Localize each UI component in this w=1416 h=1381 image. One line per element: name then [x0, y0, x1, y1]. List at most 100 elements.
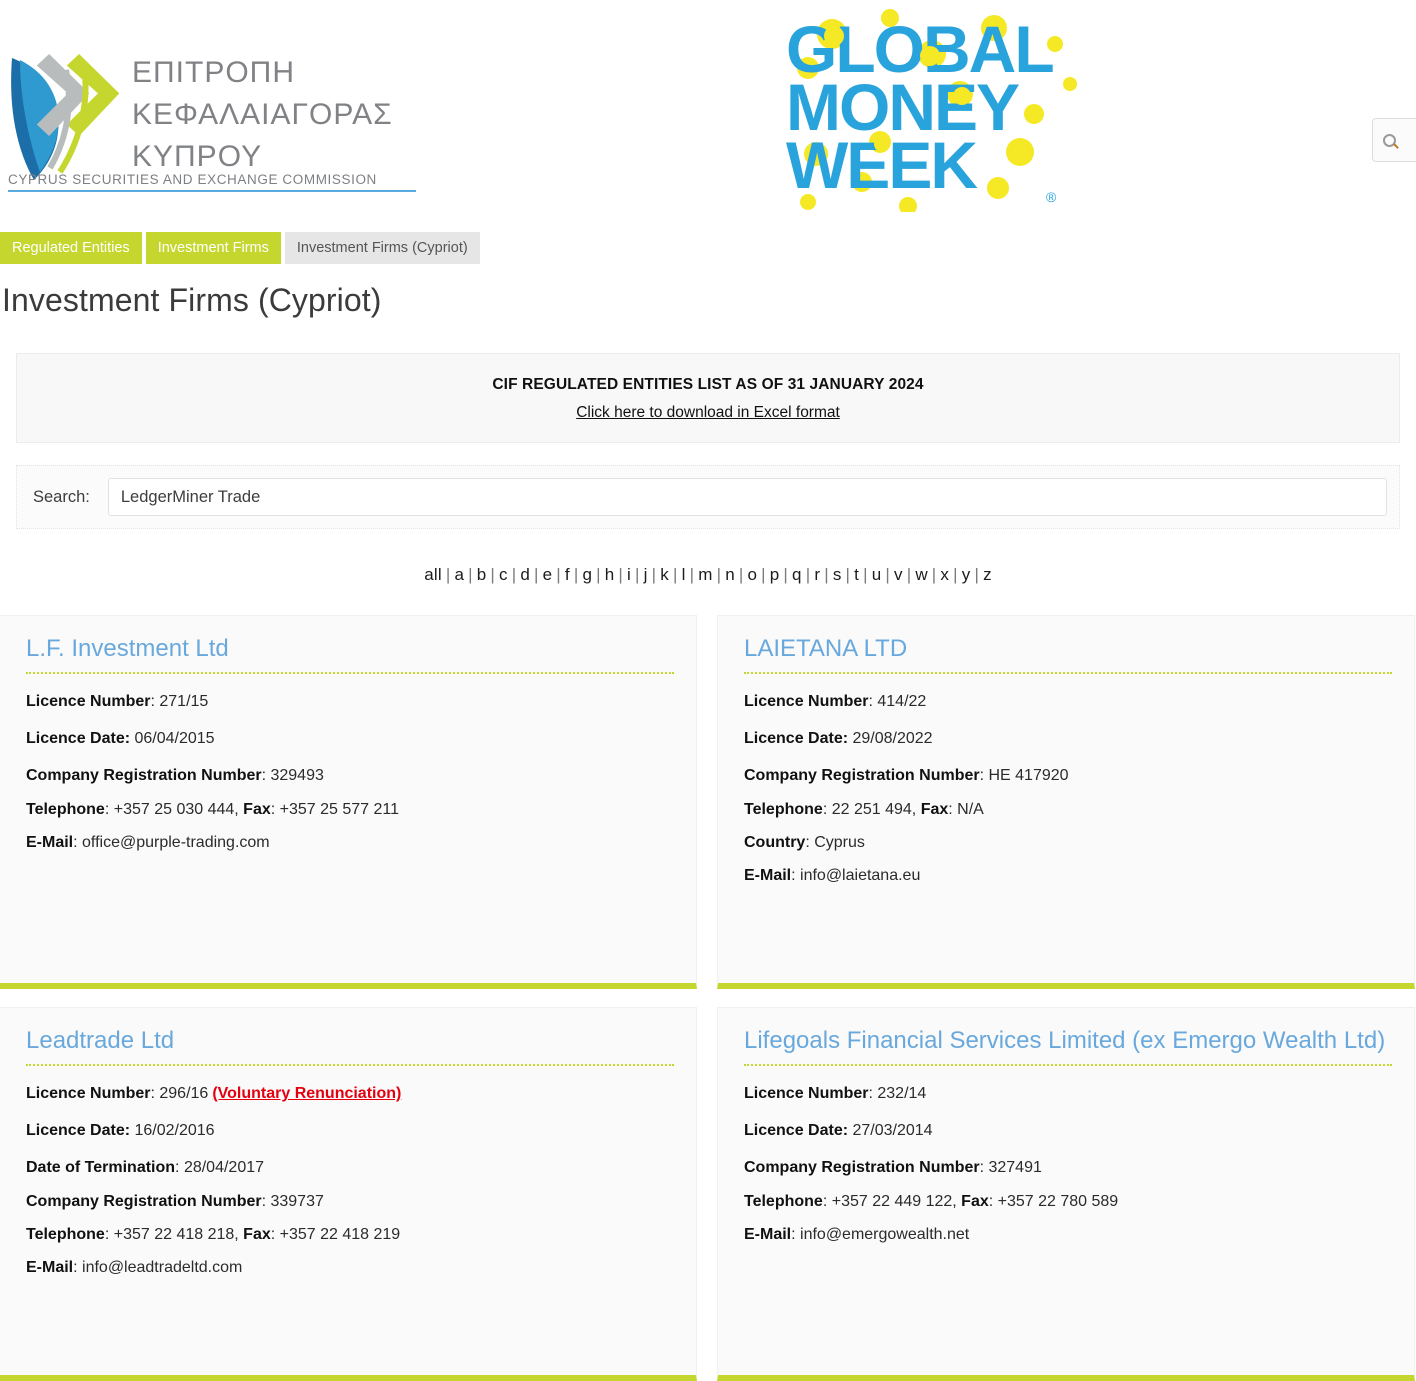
field-label-email: E-Mail	[744, 1225, 792, 1243]
field-value-telephone: +357 22 449 122	[831, 1192, 953, 1210]
field-label-telephone: Telephone	[26, 1225, 105, 1243]
alpha-link-c[interactable]: c	[498, 565, 509, 584]
alpha-separator: |	[738, 565, 744, 584]
field-licence-number: Licence Number: 271/15	[26, 690, 674, 713]
field-telephone-fax: Telephone: +357 22 449 122, Fax: +357 22…	[744, 1190, 1392, 1213]
field-licence-number: Licence Number: 296/16 (Voluntary Renunci…	[26, 1082, 674, 1105]
alpha-link-h[interactable]: h	[604, 565, 616, 584]
field-email: E-Mail: info@leadtradeltd.com	[26, 1256, 674, 1279]
alpha-link-v[interactable]: v	[893, 565, 904, 584]
site-header: ΕΠΙΤΡΟΠΗ ΚΕΦΑΛΑΙΑΓΟΡΑΣ ΚΥΠΡΟΥ CYPRUS SEC…	[0, 0, 1416, 232]
alpha-link-n[interactable]: n	[724, 565, 736, 584]
alpha-link-j[interactable]: j	[643, 565, 649, 584]
alpha-link-p[interactable]: p	[769, 565, 781, 584]
alpha-separator: |	[672, 565, 678, 584]
alpha-link-b[interactable]: b	[476, 565, 488, 584]
breadcrumb-item-investment-firms[interactable]: Investment Firms	[145, 232, 281, 264]
alpha-separator: |	[906, 565, 912, 584]
field-label-email: E-Mail	[744, 866, 792, 884]
colon: :	[73, 833, 83, 851]
field-value-company-registration-number: 327491	[988, 1159, 1042, 1177]
colon: :	[270, 800, 280, 818]
alpha-separator: |	[534, 565, 539, 584]
alpha-link-all[interactable]: all	[423, 565, 443, 584]
breadcrumb-item-investment-firms-cypriot: Investment Firms (Cypriot)	[284, 232, 480, 264]
field-licence-date: Licence Date: 29/08/2022	[744, 727, 1392, 750]
alpha-link-r[interactable]: r	[813, 565, 821, 584]
alpha-separator: |	[618, 565, 624, 584]
entity-title[interactable]: L.F. Investment Ltd	[26, 634, 674, 674]
field-label-fax: Fax	[961, 1192, 989, 1210]
field-value-licence-number: 271/15	[159, 693, 209, 710]
alpha-link-f[interactable]: f	[564, 565, 571, 584]
field-label-licence-date: Licence Date:	[744, 730, 849, 748]
field-email: E-Mail: info@laietana.eu	[744, 864, 1392, 887]
alpha-separator: |	[845, 565, 851, 584]
field-label-telephone: Telephone	[744, 1192, 823, 1210]
alpha-link-l[interactable]: l	[681, 565, 687, 584]
page-title: Investment Firms (Cypriot)	[2, 282, 382, 318]
alpha-link-q[interactable]: q	[791, 565, 803, 584]
alpha-link-w[interactable]: w	[914, 565, 928, 584]
alpha-separator: |	[783, 565, 789, 584]
download-excel-link[interactable]: Click here to download in Excel format	[576, 404, 840, 421]
entity-title[interactable]: LAIETANA LTD	[744, 634, 1392, 674]
field-email: E-Mail: office@purple-trading.com	[26, 831, 674, 854]
field-label-email: E-Mail	[26, 833, 74, 851]
alpha-link-m[interactable]: m	[697, 565, 713, 584]
field-value-licence-number: 414/22	[877, 693, 927, 710]
alpha-link-d[interactable]: d	[519, 565, 531, 584]
field-value-telephone: +357 25 030 444	[113, 800, 235, 818]
colon: :	[73, 1258, 83, 1276]
field-label-licence-date: Licence Date:	[744, 1122, 849, 1140]
field-value-fax: +357 22 780 589	[997, 1192, 1119, 1210]
field-label-company-registration-number: Company Registration Number	[744, 1159, 980, 1177]
page-root: ΕΠΙΤΡΟΠΗ ΚΕΦΑΛΑΙΑΓΟΡΑΣ ΚΥΠΡΟΥ CYPRUS SEC…	[0, 0, 1416, 1381]
alpha-link-s[interactable]: s	[832, 565, 843, 584]
search-icon	[1383, 133, 1396, 147]
cysec-logo-subtitle: CYPRUS SECURITIES AND EXCHANGE COMMISSIO…	[8, 172, 377, 187]
alpha-link-y[interactable]: y	[961, 565, 972, 584]
global-money-week-logo[interactable]: GLOBAL MONEY WEEK ®	[772, 6, 1092, 212]
field-email: E-Mail: info@emergowealth.net	[744, 1223, 1392, 1246]
field-value-telephone: +357 22 418 218	[113, 1225, 235, 1243]
search-input[interactable]	[107, 478, 1387, 516]
field-date-of-termination: Date of Termination: 28/04/2017	[26, 1156, 674, 1179]
entity-title[interactable]: Leadtrade Ltd	[26, 1026, 674, 1066]
svg-text:ΕΠΙΤΡΟΠΗ: ΕΠΙΤΡΟΠΗ	[132, 56, 295, 89]
alpha-link-x[interactable]: x	[939, 565, 950, 584]
notice-banner: CIF REGULATED ENTITIES LIST AS OF 31 JAN…	[16, 353, 1400, 443]
alpha-link-k[interactable]: k	[659, 565, 670, 584]
alpha-separator: |	[974, 565, 980, 584]
alpha-link-u[interactable]: u	[871, 565, 883, 584]
alpha-link-o[interactable]: o	[746, 565, 758, 584]
field-label-licence-number: Licence Number	[26, 693, 151, 710]
notice-title: CIF REGULATED ENTITIES LIST AS OF 31 JAN…	[492, 376, 924, 393]
colon: :	[791, 866, 801, 884]
field-value-licence-number: 296/16	[159, 1085, 209, 1102]
field-value-fax: +357 25 577 211	[279, 800, 400, 818]
field-label-fax: Fax	[243, 1225, 271, 1243]
top-search-box[interactable]	[1372, 118, 1416, 162]
cysec-logo[interactable]: ΕΠΙΤΡΟΠΗ ΚΕΦΑΛΑΙΑΓΟΡΑΣ ΚΥΠΡΟΥ CYPRUS SEC…	[4, 40, 424, 192]
field-label-fax: Fax	[920, 800, 949, 818]
alpha-link-e[interactable]: e	[542, 565, 554, 584]
alpha-separator: |	[885, 565, 890, 584]
field-label-telephone: Telephone	[26, 800, 105, 818]
field-value-date-of-termination: 28/04/2017	[183, 1159, 265, 1177]
field-value-licence-date: 27/03/2014	[852, 1122, 933, 1140]
voluntary-renunciation-link[interactable]: (Voluntary Renunciation)	[212, 1085, 401, 1102]
field-label-fax: Fax	[243, 800, 271, 818]
entity-title[interactable]: Lifegoals Financial Services Limited (ex…	[744, 1026, 1392, 1066]
alpha-link-a[interactable]: a	[453, 565, 465, 584]
comma: ,	[234, 1225, 244, 1243]
breadcrumb-item-regulated-entities[interactable]: Regulated Entities	[0, 232, 142, 264]
field-company-registration-number: Company Registration Number: 339737	[26, 1190, 674, 1213]
alpha-link-z[interactable]: z	[982, 565, 993, 584]
alpha-separator: |	[635, 565, 640, 584]
alpha-link-g[interactable]: g	[581, 565, 593, 584]
entity-details: Licence Number: 414/22 Licence Date: 29/…	[744, 674, 1392, 887]
alpha-separator: |	[573, 565, 579, 584]
field-value-licence-date: 16/02/2016	[134, 1122, 215, 1140]
gmw-registered-mark: ®	[1046, 189, 1057, 205]
